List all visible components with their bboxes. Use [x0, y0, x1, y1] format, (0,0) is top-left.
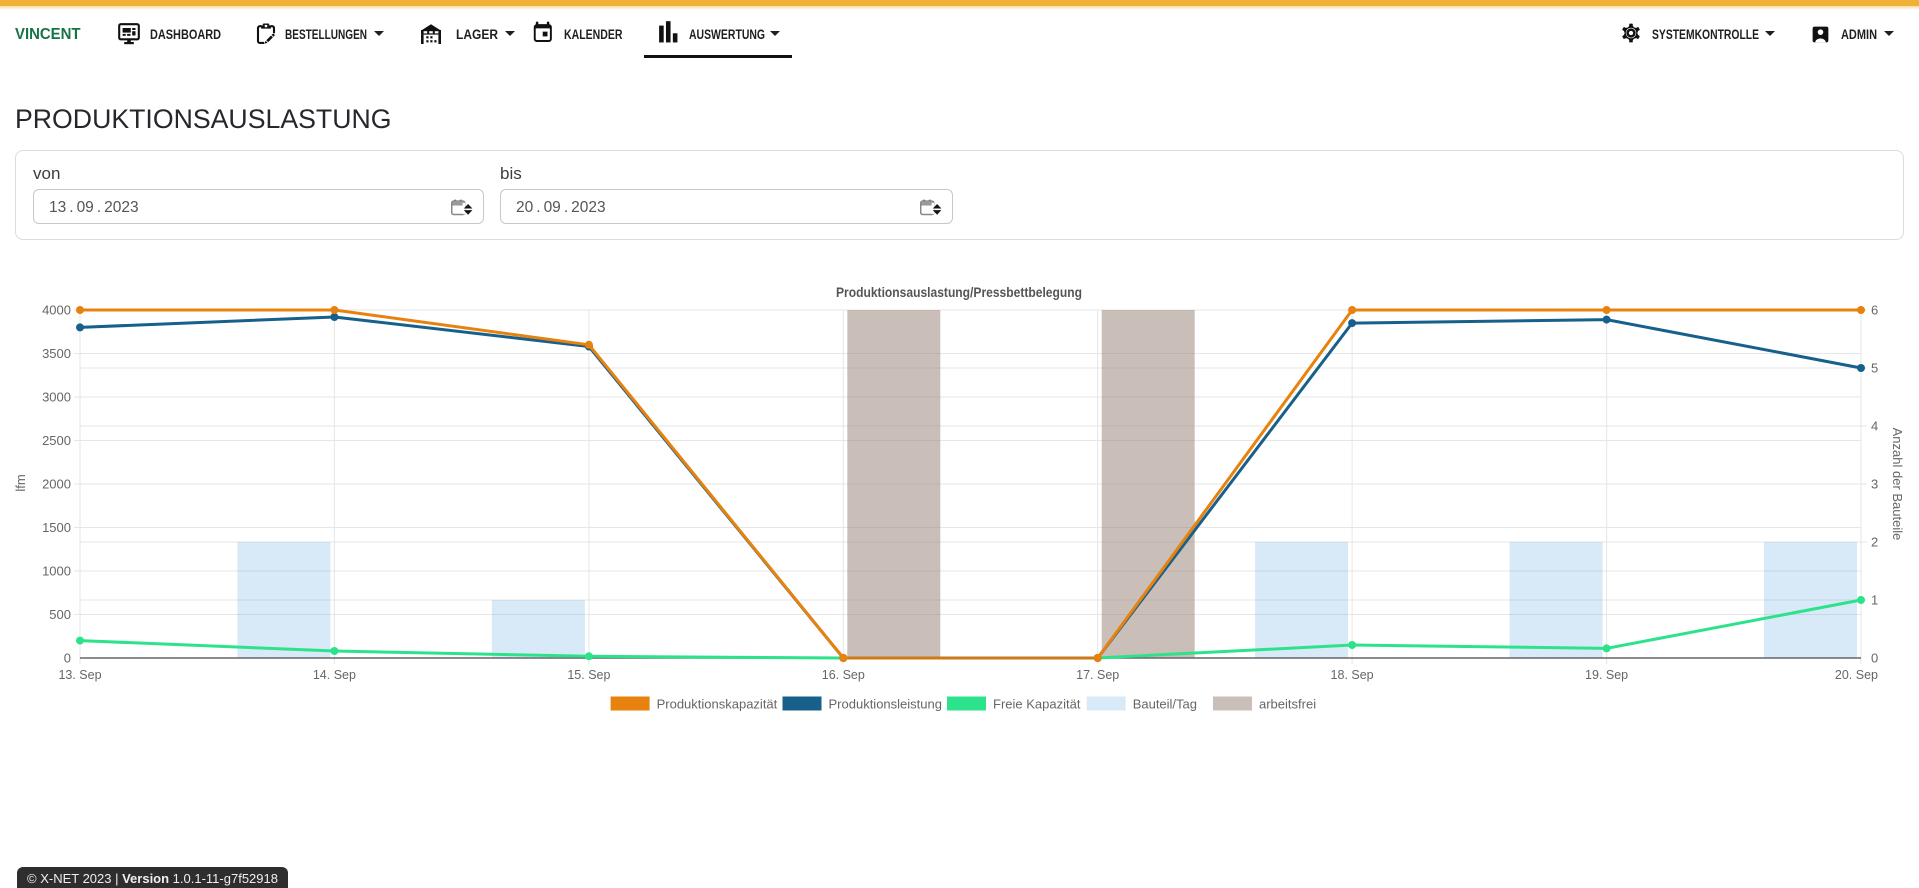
svg-text:1500: 1500	[42, 520, 71, 535]
svg-text:14. Sep: 14. Sep	[313, 668, 356, 682]
svg-text:3: 3	[1871, 477, 1878, 492]
svg-text:lfm: lfm	[13, 474, 28, 491]
svg-text:arbeitsfrei: arbeitsfrei	[1259, 697, 1316, 712]
svg-text:Produktionskapazität: Produktionskapazität	[657, 697, 778, 712]
svg-text:0: 0	[1871, 651, 1878, 666]
svg-text:2500: 2500	[42, 433, 71, 448]
svg-text:4000: 4000	[42, 303, 71, 318]
svg-text:13. Sep: 13. Sep	[58, 668, 101, 682]
svg-text:1: 1	[1871, 593, 1878, 608]
svg-text:5: 5	[1871, 361, 1878, 376]
svg-text:19. Sep: 19. Sep	[1585, 668, 1628, 682]
svg-text:16. Sep: 16. Sep	[822, 668, 865, 682]
svg-text:20. Sep: 20. Sep	[1835, 668, 1878, 682]
svg-text:4: 4	[1871, 419, 1878, 434]
svg-text:17. Sep: 17. Sep	[1076, 668, 1119, 682]
svg-text:0: 0	[64, 651, 71, 666]
svg-text:Bauteil/Tag: Bauteil/Tag	[1133, 697, 1197, 712]
svg-text:2000: 2000	[42, 477, 71, 492]
svg-text:2: 2	[1871, 535, 1878, 550]
svg-text:Produktionsleistung: Produktionsleistung	[829, 697, 942, 712]
svg-text:Produktionsauslastung/Pressbet: Produktionsauslastung/Pressbettbelegung	[836, 284, 1082, 300]
svg-text:3500: 3500	[42, 346, 71, 361]
svg-text:3000: 3000	[42, 390, 71, 405]
svg-text:6: 6	[1871, 303, 1878, 318]
svg-text:500: 500	[49, 607, 71, 622]
svg-text:15. Sep: 15. Sep	[567, 668, 610, 682]
svg-text:Anzahl der Bauteile: Anzahl der Bauteile	[1890, 428, 1905, 541]
svg-text:Freie Kapazität: Freie Kapazität	[993, 697, 1081, 712]
svg-text:1000: 1000	[42, 564, 71, 579]
svg-text:18. Sep: 18. Sep	[1331, 668, 1374, 682]
